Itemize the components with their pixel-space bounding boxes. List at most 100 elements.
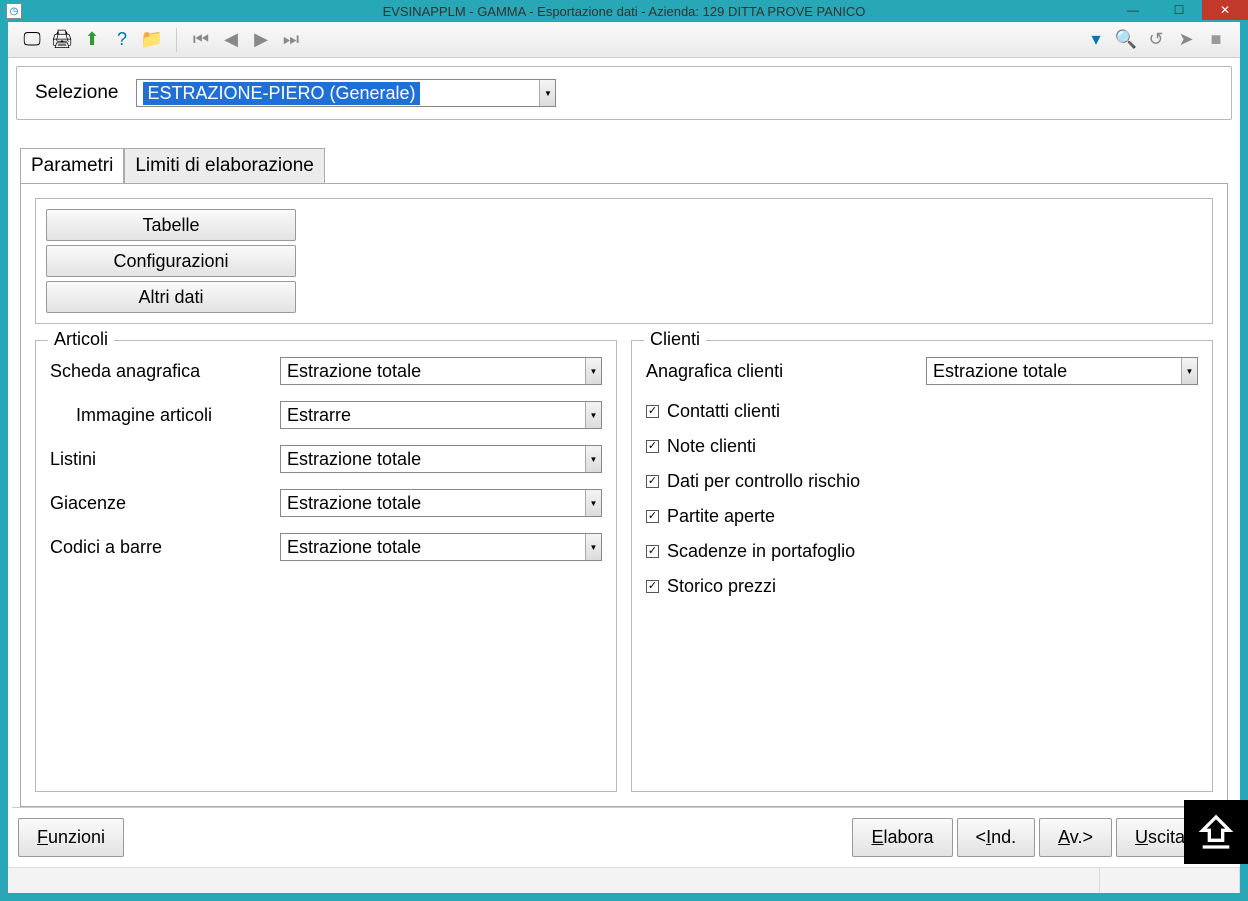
articoli-panel: Articoli Scheda anagrafica Estrazione to… [35, 340, 617, 792]
altri-dati-button[interactable]: Altri dati [46, 281, 296, 313]
tab-strip: Parametri Limiti di elaborazione [20, 148, 1236, 183]
tabelle-button[interactable]: Tabelle [46, 209, 296, 241]
label-anagrafica-clienti: Anagrafica clienti [646, 361, 926, 382]
chevron-down-icon: ▼ [585, 490, 601, 516]
window-title: EVSINAPPLM - GAMMA - Esportazione dati -… [383, 4, 866, 19]
label-codici: Codici a barre [50, 537, 280, 558]
row-scheda: Scheda anagrafica Estrazione totale ▼ [50, 357, 602, 385]
avanti-button[interactable]: Av.> [1039, 818, 1112, 857]
status-segment-1 [8, 868, 1100, 893]
folder-icon[interactable]: 📁 [138, 26, 166, 54]
check-partite[interactable]: ✓ Partite aperte [646, 506, 1198, 527]
combo-scheda-value: Estrazione totale [287, 361, 421, 382]
label-listini: Listini [50, 449, 280, 470]
selection-label: Selezione [35, 82, 118, 104]
combo-anagrafica-clienti-value: Estrazione totale [933, 361, 1067, 382]
checkbox-icon[interactable]: ✓ [646, 475, 659, 488]
content-area: Selezione ESTRAZIONE-PIERO (Generale) ▼ … [8, 58, 1240, 867]
check-storico-label: Storico prezzi [667, 576, 776, 597]
minimize-button[interactable]: — [1110, 0, 1156, 20]
checkbox-icon[interactable]: ✓ [646, 510, 659, 523]
two-column-panels: Articoli Scheda anagrafica Estrazione to… [35, 340, 1213, 792]
chevron-down-icon: ▼ [585, 446, 601, 472]
label-giacenze: Giacenze [50, 493, 280, 514]
check-rischio-label: Dati per controllo rischio [667, 471, 860, 492]
check-contatti[interactable]: ✓ Contatti clienti [646, 401, 1198, 422]
check-partite-label: Partite aperte [667, 506, 775, 527]
maximize-button[interactable]: ☐ [1156, 0, 1202, 20]
toolbar-separator [176, 28, 177, 52]
checkbox-icon[interactable]: ✓ [646, 440, 659, 453]
selection-group: Selezione ESTRAZIONE-PIERO (Generale) ▼ [16, 66, 1232, 120]
label-scheda: Scheda anagrafica [50, 361, 280, 382]
window-frame: ◷ EVSINAPPLM - GAMMA - Esportazione dati… [0, 0, 1248, 901]
toolbar: 🖵 🖨 ⬆ ? 📁 ⏮ ◀ ▶ ⏭ ▾ 🔍 ↺ ➤ ■ [8, 22, 1240, 58]
combo-immagine[interactable]: Estrarre ▼ [280, 401, 602, 429]
close-button[interactable]: ✕ [1202, 0, 1248, 20]
dropdown-icon[interactable]: ▾ [1082, 26, 1110, 54]
indietro-button[interactable]: <Ind. [957, 818, 1036, 857]
checkbox-icon[interactable]: ✓ [646, 580, 659, 593]
forward-icon[interactable]: ➤ [1172, 26, 1200, 54]
tab-pane-parametri: Tabelle Configurazioni Altri dati Artico… [20, 183, 1228, 807]
combo-listini[interactable]: Estrazione totale ▼ [280, 445, 602, 473]
chevron-down-icon: ▼ [585, 402, 601, 428]
next-icon[interactable]: ▶ [247, 26, 275, 54]
status-segment-2 [1100, 868, 1240, 893]
label-immagine: Immagine articoli [50, 405, 280, 426]
combo-immagine-value: Estrarre [287, 405, 351, 426]
window-controls: — ☐ ✕ [1110, 0, 1248, 20]
chevron-down-icon: ▼ [585, 534, 601, 560]
prev-icon[interactable]: ◀ [217, 26, 245, 54]
search-icon[interactable]: 🔍 [1112, 26, 1140, 54]
app-icon: ◷ [6, 3, 22, 19]
row-anagrafica-clienti: Anagrafica clienti Estrazione totale ▼ [646, 357, 1198, 385]
last-icon[interactable]: ⏭ [277, 26, 305, 54]
export-icon[interactable]: ⬆ [78, 26, 106, 54]
bottom-button-bar: Funzioni Elabora <Ind. Av.> Uscita [12, 807, 1236, 863]
clienti-panel: Clienti Anagrafica clienti Estrazione to… [631, 340, 1213, 792]
combo-anagrafica-clienti[interactable]: Estrazione totale ▼ [926, 357, 1198, 385]
first-icon[interactable]: ⏮ [187, 26, 215, 54]
configurazioni-button[interactable]: Configurazioni [46, 245, 296, 277]
funzioni-button[interactable]: Funzioni [18, 818, 124, 857]
check-note-label: Note clienti [667, 436, 756, 457]
tab-parametri[interactable]: Parametri [20, 148, 124, 183]
elabora-button[interactable]: Elabora [852, 818, 952, 857]
checkbox-icon[interactable]: ✓ [646, 545, 659, 558]
row-giacenze: Giacenze Estrazione totale ▼ [50, 489, 602, 517]
title-bar: ◷ EVSINAPPLM - GAMMA - Esportazione dati… [0, 0, 1248, 22]
help-icon[interactable]: ? [108, 26, 136, 54]
chevron-down-icon: ▼ [539, 80, 555, 106]
upload-badge[interactable] [1184, 800, 1248, 864]
combo-scheda[interactable]: Estrazione totale ▼ [280, 357, 602, 385]
print-preview-icon[interactable]: 🖵 [18, 26, 46, 54]
check-scadenze-label: Scadenze in portafoglio [667, 541, 855, 562]
tab-limiti[interactable]: Limiti di elaborazione [124, 148, 325, 183]
check-contatti-label: Contatti clienti [667, 401, 780, 422]
selection-combo[interactable]: ESTRAZIONE-PIERO (Generale) ▼ [136, 79, 556, 107]
selection-value: ESTRAZIONE-PIERO (Generale) [143, 82, 419, 105]
chevron-down-icon: ▼ [1181, 358, 1197, 384]
upload-icon [1196, 812, 1236, 852]
row-listini: Listini Estrazione totale ▼ [50, 445, 602, 473]
combo-giacenze-value: Estrazione totale [287, 493, 421, 514]
status-bar [8, 867, 1240, 893]
combo-codici[interactable]: Estrazione totale ▼ [280, 533, 602, 561]
undo-icon[interactable]: ↺ [1142, 26, 1170, 54]
row-codici: Codici a barre Estrazione totale ▼ [50, 533, 602, 561]
checkbox-icon[interactable]: ✓ [646, 405, 659, 418]
check-storico[interactable]: ✓ Storico prezzi [646, 576, 1198, 597]
clienti-title: Clienti [644, 329, 706, 350]
chevron-down-icon: ▼ [585, 358, 601, 384]
combo-listini-value: Estrazione totale [287, 449, 421, 470]
combo-codici-value: Estrazione totale [287, 537, 421, 558]
check-rischio[interactable]: ✓ Dati per controllo rischio [646, 471, 1198, 492]
check-note[interactable]: ✓ Note clienti [646, 436, 1198, 457]
row-immagine: Immagine articoli Estrarre ▼ [50, 401, 602, 429]
check-scadenze[interactable]: ✓ Scadenze in portafoglio [646, 541, 1198, 562]
buttons-group: Tabelle Configurazioni Altri dati [35, 198, 1213, 324]
print-icon[interactable]: 🖨 [48, 26, 76, 54]
stop-icon[interactable]: ■ [1202, 26, 1230, 54]
combo-giacenze[interactable]: Estrazione totale ▼ [280, 489, 602, 517]
